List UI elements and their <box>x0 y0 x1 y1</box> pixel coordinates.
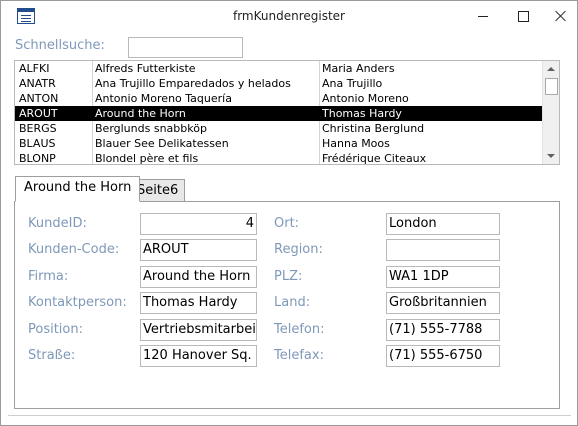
region-label: Region: <box>274 242 323 257</box>
region-field[interactable] <box>386 239 500 261</box>
title-bar: frmKundenregister <box>1 1 577 32</box>
customer-code: AROUT <box>19 107 58 120</box>
list-item[interactable]: ALFKI Alfreds Futterkiste Maria Anders <box>15 61 543 76</box>
customer-contact: Ana Trujillo <box>322 77 383 90</box>
customer-code: BLAUS <box>19 137 56 150</box>
telefax-field[interactable]: (71) 555-6750 <box>386 345 500 367</box>
firma-field[interactable]: Around the Horn <box>140 266 257 288</box>
kunden-code-field[interactable]: AROUT <box>140 239 257 261</box>
customer-contact: Maria Anders <box>322 62 395 75</box>
customer-code: BLONP <box>19 152 56 165</box>
customer-contact: Frédérique Citeaux <box>322 152 427 165</box>
list-item[interactable]: ANATR Ana Trujillo Emparedados y helados… <box>15 76 543 91</box>
telefon-label: Telefon: <box>274 322 325 337</box>
firma-label: Firma: <box>28 269 69 284</box>
customer-contact: Hanna Moos <box>322 137 390 150</box>
strasse-label: Straße: <box>28 348 76 363</box>
quicksearch-input[interactable] <box>128 37 243 58</box>
position-field[interactable]: Vertriebsmitarbei <box>140 319 257 341</box>
listbox-scrollbar[interactable] <box>542 61 559 164</box>
scroll-down-icon[interactable] <box>547 154 555 158</box>
customer-code: BERGS <box>19 122 57 135</box>
list-item[interactable]: ANTON Antonio Moreno Taquería Antonio Mo… <box>15 91 543 106</box>
ort-label: Ort: <box>274 216 300 231</box>
customer-company: Blondel père et fils <box>95 152 199 165</box>
customer-company: Antonio Moreno Taquería <box>95 92 232 105</box>
kunden-code-label: Kunden-Code: <box>28 242 120 257</box>
maximize-icon[interactable] <box>506 1 540 31</box>
telefax-label: Telefax: <box>274 348 324 363</box>
telefon-field[interactable]: (71) 555-7788 <box>386 319 500 341</box>
list-item[interactable]: BLONP Blondel père et fils Frédérique Ci… <box>15 151 543 165</box>
customer-listbox[interactable]: ALFKI Alfreds Futterkiste Maria Anders A… <box>14 60 560 165</box>
customer-company: Blauer See Delikatessen <box>95 137 229 150</box>
kundeid-field[interactable]: 4 <box>140 213 257 235</box>
customer-company: Alfreds Futterkiste <box>95 62 196 75</box>
list-item[interactable]: BLAUS Blauer See Delikatessen Hanna Moos <box>15 136 543 151</box>
tab-around-the-horn[interactable]: Around the Horn <box>15 176 141 202</box>
minimize-icon[interactable] <box>466 1 500 31</box>
kundeid-label: KundeID: <box>28 216 87 231</box>
land-label: Land: <box>274 295 311 310</box>
kontaktperson-field[interactable]: Thomas Hardy <box>140 292 257 314</box>
plz-label: PLZ: <box>274 269 303 284</box>
customer-code: ANTON <box>19 92 59 105</box>
customer-code: ALFKI <box>19 62 50 75</box>
customer-contact: Thomas Hardy <box>322 107 402 120</box>
customer-contact: Antonio Moreno <box>322 92 409 105</box>
customer-company: Berglunds snabbköp <box>95 122 207 135</box>
kontaktperson-label: Kontaktperson: <box>28 295 127 310</box>
strasse-field[interactable]: 120 Hanover Sq. <box>140 345 257 367</box>
close-icon[interactable] <box>544 1 578 31</box>
list-item-selected[interactable]: AROUT Around the Horn Thomas Hardy <box>15 106 543 121</box>
quicksearch-label: Schnellsuche: <box>15 38 105 53</box>
access-form-window: frmKundenregister Schnellsuche: ALFKI Al… <box>0 0 578 426</box>
customer-company: Around the Horn <box>95 107 186 120</box>
land-field[interactable]: Großbritannien <box>386 292 500 314</box>
plz-field[interactable]: WA1 1DP <box>386 266 500 288</box>
list-item[interactable]: BERGS Berglunds snabbköp Christina Bergl… <box>15 121 543 136</box>
scroll-up-icon[interactable] <box>547 67 555 71</box>
customer-company: Ana Trujillo Emparedados y helados <box>95 77 291 90</box>
ort-field[interactable]: London <box>386 213 500 235</box>
tab-page-details: KundeID: 4 Kunden-Code: AROUT Firma: Aro… <box>14 201 560 409</box>
position-label: Position: <box>28 322 83 337</box>
customer-contact: Christina Berglund <box>322 122 425 135</box>
scroll-thumb[interactable] <box>545 78 558 95</box>
form-footer-divider <box>8 415 571 416</box>
customer-code: ANATR <box>19 77 56 90</box>
